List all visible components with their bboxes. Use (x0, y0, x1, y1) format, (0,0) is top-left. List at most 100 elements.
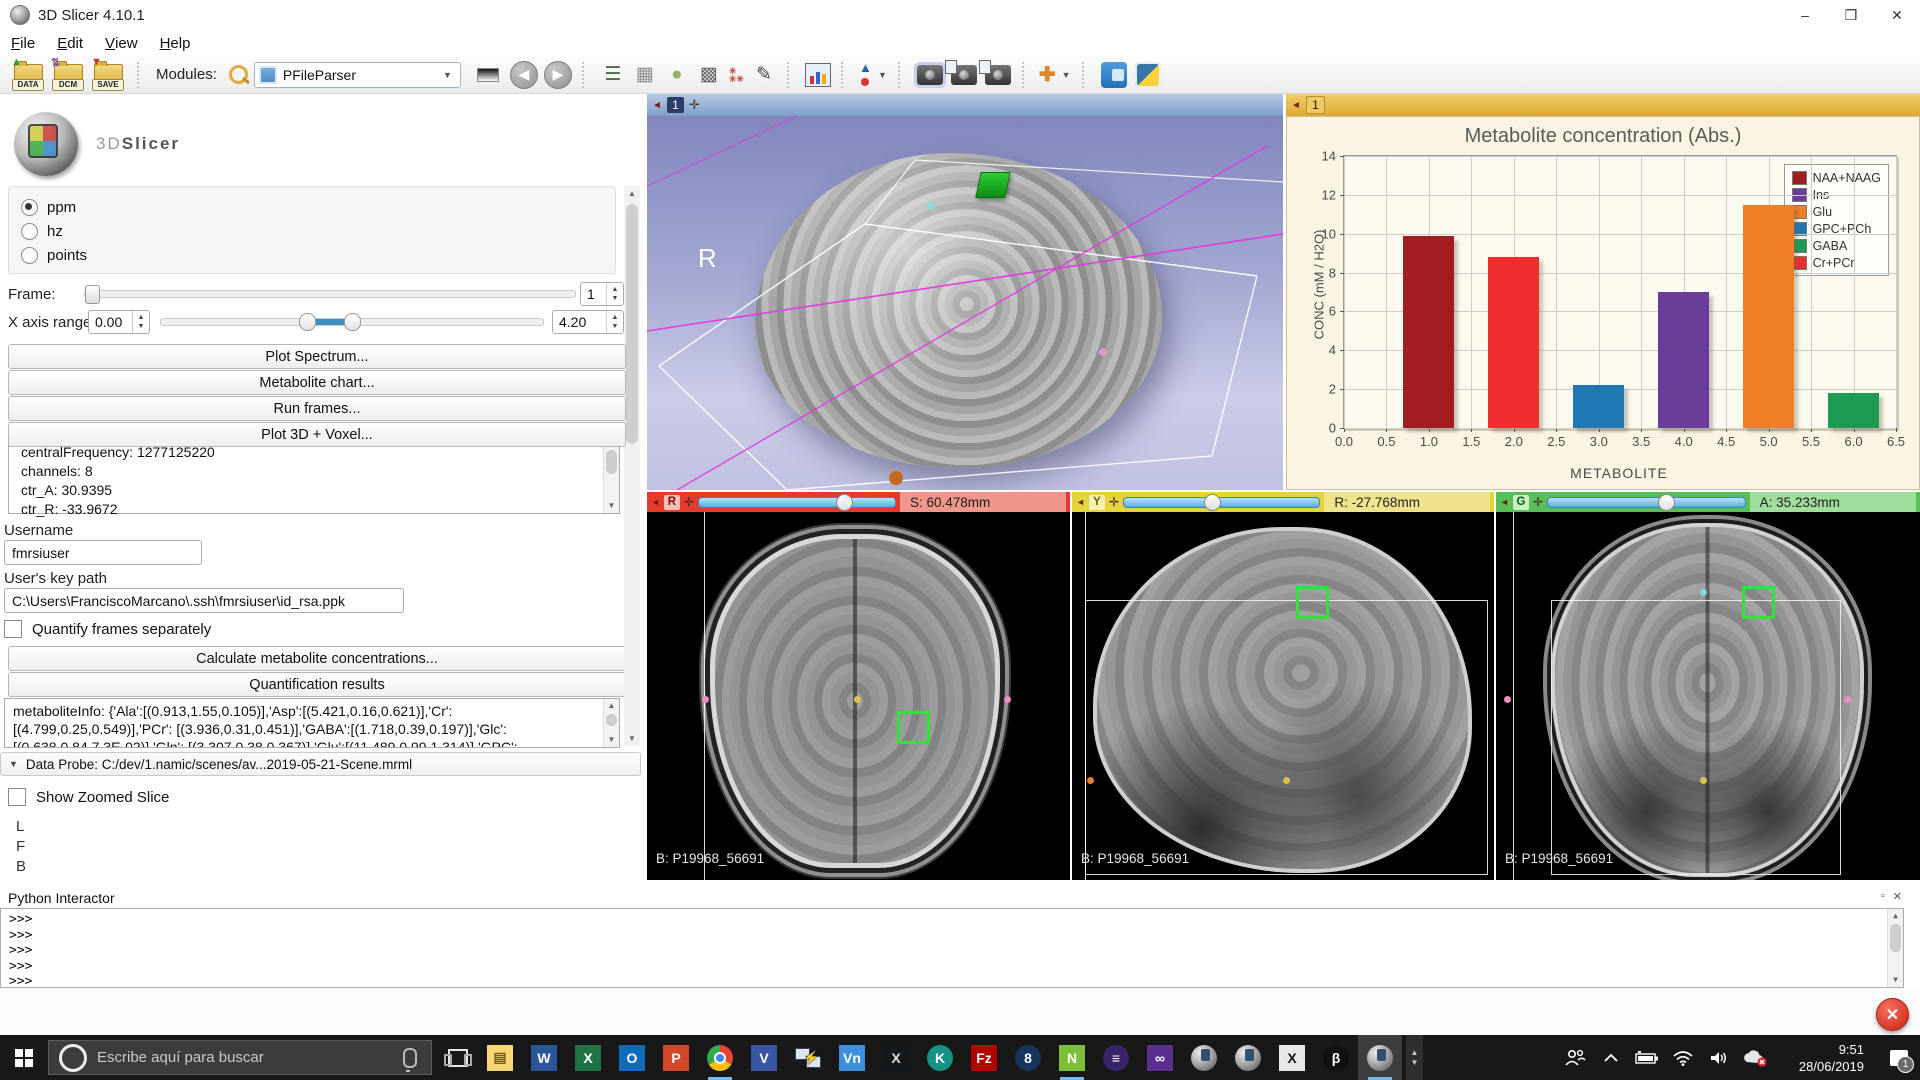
slice-view-red[interactable]: ◄R✛S: 60.478mmB: P19968_56691 (647, 492, 1070, 880)
slice-viewport-yellow[interactable]: B: P19968_56691 (1072, 512, 1494, 880)
subject-hierarchy-icon[interactable]: ☰ (599, 61, 627, 89)
taskbar-app-mplab-x-ide[interactable]: X (874, 1035, 918, 1080)
crosshair-icon[interactable]: ✚ (1039, 62, 1056, 87)
keypath-input[interactable]: C:\Users\FranciscoMarcano\.ssh\fmrsiuser… (4, 588, 404, 613)
menu-view[interactable]: View (94, 30, 149, 56)
module-panel-toggle-icon[interactable] (477, 68, 499, 82)
taskbar-app-slicer-window-2[interactable] (1226, 1035, 1270, 1080)
taskbar-app-outlook[interactable]: O (610, 1035, 654, 1080)
taskbar-app-chrome[interactable] (698, 1035, 742, 1080)
taskbar-app-visio[interactable]: V (742, 1035, 786, 1080)
notification-center-button[interactable]: 1 (1878, 1035, 1920, 1080)
metabolite-chart-button[interactable]: Metabolite chart... (8, 370, 626, 395)
slice-offset-slider[interactable] (1123, 497, 1320, 508)
close-button[interactable]: ✕ (1874, 0, 1920, 30)
unit-option-ppm[interactable]: ppm (21, 195, 603, 219)
python-console-scrollbar[interactable]: ▲▼ (1887, 909, 1903, 987)
view-3d[interactable]: ◄ 1 ✛ R (647, 94, 1283, 490)
xaxis-min-spinbox[interactable]: 0.00▲▼ (88, 310, 150, 334)
crosshair-dropdown[interactable]: ▼ (1058, 70, 1075, 80)
view-3d-viewport[interactable]: R (647, 116, 1283, 490)
scene-view-capture-icon[interactable] (951, 65, 977, 85)
slice-viewport-red[interactable]: B: P19968_56691 (647, 512, 1070, 880)
radio-ppm[interactable] (21, 199, 38, 216)
taskbar-app-vnc-viewer[interactable]: Vn (830, 1035, 874, 1080)
extensions-manager-icon[interactable] (1101, 62, 1127, 88)
people-icon[interactable] (1560, 1035, 1590, 1080)
unit-option-hz[interactable]: hz (21, 219, 603, 243)
plot-spectrum-button[interactable]: Plot Spectrum... (8, 344, 626, 369)
view-pin-icon[interactable]: ◄ (1500, 497, 1509, 507)
slice-offset-slider[interactable] (698, 497, 896, 508)
scene-view-restore-icon[interactable] (985, 65, 1011, 85)
xaxis-max-spinbox[interactable]: 4.20▲▼ (552, 310, 624, 334)
place-fiducial-dropdown[interactable]: ▼ (874, 70, 891, 80)
show-zoomed-slice-checkbox[interactable] (8, 788, 26, 806)
module-history-forward-button[interactable]: ▶ (544, 61, 572, 89)
plot-3d-voxel-button[interactable]: Plot 3D + Voxel... (8, 422, 626, 447)
unit-option-points[interactable]: points (21, 243, 603, 267)
volumes-cube-icon[interactable]: ▦ (631, 61, 659, 89)
onedrive-error-icon[interactable] (1740, 1035, 1770, 1080)
python-undock-icon[interactable]: ▫ (1881, 890, 1885, 903)
data-probe-collapsible[interactable]: ▼ Data Probe: C:/dev/1.namic/scenes/av..… (0, 752, 641, 776)
layout-selector-icon[interactable] (805, 63, 831, 87)
taskbar-app-eclipse[interactable]: ≡ (1094, 1035, 1138, 1080)
taskbar-app-slicer-window-1[interactable] (1182, 1035, 1226, 1080)
voxel-roi-box[interactable] (1742, 586, 1775, 619)
panel-scrollbar[interactable]: ▲▼ (624, 186, 640, 746)
taskbar-app-app-beta[interactable]: β (1314, 1035, 1358, 1080)
save-button[interactable]: ▼SAVE (90, 59, 126, 91)
transforms-pen-icon[interactable]: ✎ (750, 61, 778, 89)
taskbar-app-gitkraken[interactable]: K (918, 1035, 962, 1080)
module-selector-combobox[interactable]: PFileParser▼ (254, 62, 461, 88)
load-data-button[interactable]: ▲DATA (10, 59, 46, 91)
metabbox-scrollbar[interactable]: ▲▼ (603, 699, 619, 747)
view-pin-icon[interactable]: ◄ (1076, 497, 1085, 507)
slice-offset-slider[interactable] (1547, 497, 1746, 508)
markups-fiducial-icon[interactable]: ✳✳✳ (729, 67, 744, 83)
taskbar-app-excel[interactable]: X (566, 1035, 610, 1080)
radio-hz[interactable] (21, 223, 38, 240)
view-pin-icon[interactable]: ◄ (1291, 100, 1301, 111)
taskbar-app-word[interactable]: W (522, 1035, 566, 1080)
quantification-results-button[interactable]: Quantification results (8, 672, 626, 697)
start-button[interactable] (0, 1035, 48, 1080)
python-console[interactable]: >>>>>>>>>>>>>>> ▲▼ (0, 908, 1904, 988)
taskbar-app-file-explorer[interactable]: ▤ (478, 1035, 522, 1080)
show-zoomed-slice-row[interactable]: Show Zoomed Slice (8, 788, 169, 806)
battery-icon[interactable] (1632, 1035, 1662, 1080)
floating-close-button[interactable]: ✕ (1876, 998, 1909, 1031)
taskbar-app-notepad-plus-plus[interactable]: N (1050, 1035, 1094, 1080)
menu-edit[interactable]: Edit (46, 30, 94, 56)
voxel-roi-box[interactable] (1296, 586, 1329, 619)
taskbar-app-slicer-active[interactable] (1358, 1035, 1402, 1080)
slice-link-icon[interactable]: ✛ (1533, 495, 1543, 509)
metabolite-info-box[interactable]: metaboliteInfo: {'Ala':[(0.913,1.55,0.10… (4, 698, 620, 748)
minimize-button[interactable]: – (1782, 0, 1828, 30)
taskbar-app-xming[interactable]: X (1270, 1035, 1314, 1080)
maximize-button[interactable]: ❐ (1828, 0, 1874, 30)
python-interactor-icon[interactable] (1135, 62, 1161, 88)
slice-link-icon[interactable]: ✛ (1109, 495, 1119, 509)
volume-icon[interactable] (1704, 1035, 1734, 1080)
taskbar-clock[interactable]: 9:51 28/06/2019 (1784, 1041, 1864, 1075)
models-mesh-icon[interactable]: ▩ (695, 61, 723, 89)
frame-spinbox[interactable]: 1▲▼ (580, 282, 624, 306)
view-pin-icon[interactable]: ◄ (651, 497, 660, 507)
view-pin-icon[interactable]: ◄ (652, 100, 662, 111)
radio-points[interactable] (21, 247, 38, 264)
quantify-checkbox[interactable] (4, 620, 22, 638)
taskbar-app-filezilla[interactable]: Fz (962, 1035, 1006, 1080)
wifi-icon[interactable] (1668, 1035, 1698, 1080)
python-close-icon[interactable]: ✕ (1893, 890, 1902, 903)
frame-slider[interactable] (84, 290, 576, 298)
taskbar-app-putty[interactable]: ⚡ (786, 1035, 830, 1080)
chevron-up-icon[interactable] (1596, 1035, 1626, 1080)
username-input[interactable]: fmrsiuser (4, 540, 202, 565)
calculate-concentrations-button[interactable]: Calculate metabolite concentrations... (8, 646, 626, 671)
xaxis-range-slider[interactable] (160, 318, 544, 326)
module-search-icon[interactable] (229, 65, 248, 84)
slice-view-green[interactable]: ◄G✛A: 35.233mmB: P19968_56691 (1496, 492, 1920, 880)
slice-viewport-green[interactable]: B: P19968_56691 (1496, 512, 1920, 880)
